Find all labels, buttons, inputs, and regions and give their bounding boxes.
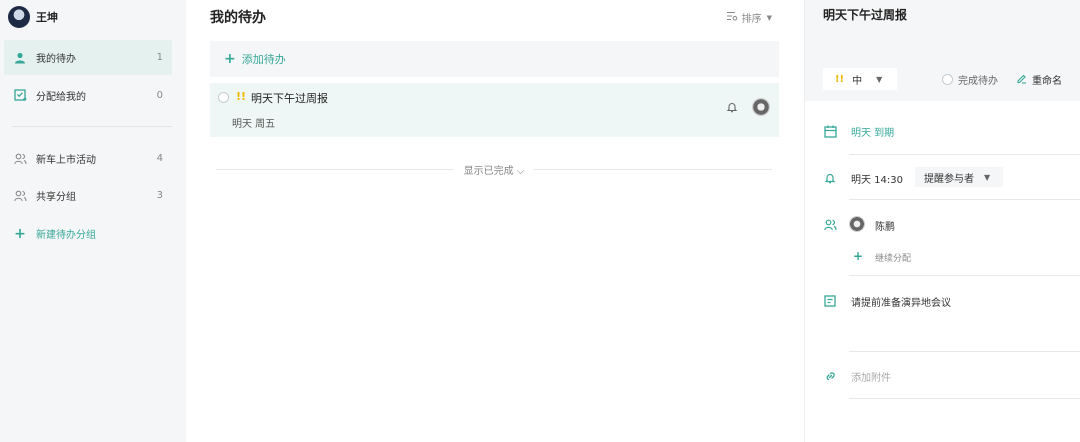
new-group-button[interactable]: + 新建待办分组 (4, 216, 172, 251)
note-text[interactable]: 请提前准备演异地会议 (851, 294, 951, 309)
sidebar-item-count: 4 (156, 153, 163, 164)
priority-icon: !! (835, 73, 845, 85)
add-attachment-button[interactable]: 添加附件 (851, 369, 891, 384)
chevron-down-icon: ▼ (984, 172, 991, 182)
sidebar: 王坤 我的待办 1 分配给我的 0 新车上市活动 4 共享分组 3 + 新建待办… (0, 0, 186, 442)
todo-title: 明天下午过周报 (251, 92, 328, 105)
divider-line (849, 275, 1080, 276)
sidebar-item-label: 分配给我的 (36, 92, 86, 103)
priority-icon: !! (236, 90, 247, 103)
assignee-avatar (849, 216, 865, 232)
reminder-time[interactable]: 明天 14:30 (851, 171, 903, 186)
assignee-avatar[interactable] (752, 98, 770, 116)
sidebar-item-my-todos[interactable]: 我的待办 1 (4, 40, 172, 75)
detail-header: 明天下午过周报 !! 中 ▼ 完成待办 重命名 (805, 0, 1080, 101)
sidebar-item-shared-group[interactable]: 共享分组 3 (4, 178, 172, 213)
user-profile[interactable]: 王坤 (8, 5, 58, 29)
priority-value: 中 (852, 75, 863, 87)
sidebar-item-count: 1 (156, 52, 163, 63)
edit-icon (1016, 73, 1027, 87)
user-name: 王坤 (36, 11, 58, 24)
detail-title[interactable]: 明天下午过周报 (823, 6, 907, 23)
chevron-down-icon: ⌵ (516, 165, 525, 177)
sidebar-item-label: 我的待办 (36, 54, 76, 65)
sidebar-item-assigned-to-me[interactable]: 分配给我的 0 (4, 78, 172, 113)
todo-detail-panel: 明天下午过周报 !! 中 ▼ 完成待办 重命名 明天 到期 明天 14:30 提… (804, 0, 1080, 442)
sidebar-divider (12, 126, 172, 127)
remind-select-label: 提醒参与者 (924, 173, 974, 185)
remind-participants-select[interactable]: 提醒参与者 ▼ (915, 167, 1003, 187)
sidebar-item-label: 共享分组 (36, 192, 76, 203)
plus-icon: + (853, 249, 864, 263)
todo-item[interactable]: !! 明天下午过周报 明天 周五 (210, 83, 779, 137)
plus-icon: + (224, 51, 236, 67)
assignee-name[interactable]: 陈鹏 (875, 218, 895, 233)
complete-checkbox[interactable] (218, 92, 229, 103)
plus-icon: + (14, 225, 26, 242)
new-group-label: 新建待办分组 (36, 230, 96, 241)
divider-line (534, 168, 772, 170)
bell-icon (823, 171, 837, 185)
bell-icon[interactable] (726, 101, 738, 116)
divider-line (849, 398, 1080, 399)
group-icon (823, 218, 837, 232)
calendar-icon (823, 124, 837, 138)
sidebar-item-new-car-event[interactable]: 新车上市活动 4 (4, 141, 172, 176)
divider-line (216, 168, 454, 170)
chevron-down-icon: ▼ (876, 74, 883, 84)
page-title: 我的待办 (210, 10, 266, 26)
add-todo-button[interactable]: + 添加待办 (210, 41, 779, 77)
todo-list-panel: 我的待办 排序 ▼ + 添加待办 !! 明天下午过周报 明天 周五 显示已完成 … (186, 0, 804, 442)
sort-label: 排序 (741, 14, 762, 25)
divider-line (849, 351, 1080, 352)
user-avatar (8, 6, 30, 28)
group-icon (13, 189, 27, 203)
sort-button[interactable]: 排序 ▼ (726, 10, 772, 25)
sidebar-item-count: 0 (156, 90, 163, 101)
sort-icon (726, 11, 738, 24)
complete-checkbox (942, 74, 953, 85)
rename-button[interactable]: 重命名 (1016, 72, 1062, 87)
continue-assign-button[interactable]: 继续分配 (875, 251, 911, 264)
divider-line (849, 199, 1080, 200)
priority-select[interactable]: !! 中 ▼ (823, 68, 897, 90)
complete-todo-button[interactable]: 完成待办 (942, 72, 998, 87)
sidebar-item-count: 3 (156, 190, 163, 201)
group-icon (13, 152, 27, 166)
todo-due: 明天 周五 (232, 119, 276, 130)
divider-line (849, 154, 1080, 155)
person-icon (13, 51, 27, 65)
assign-task-icon (13, 89, 27, 103)
due-date[interactable]: 明天 到期 (851, 124, 894, 139)
show-completed-label: 显示已完成 ⌵ (463, 165, 525, 177)
complete-label: 完成待办 (958, 76, 998, 87)
show-completed-toggle[interactable]: 显示已完成 ⌵ (216, 162, 772, 177)
add-todo-label: 添加待办 (241, 53, 286, 66)
chevron-down-icon: ▼ (766, 13, 772, 22)
sidebar-item-label: 新车上市活动 (36, 155, 96, 166)
link-icon (823, 369, 837, 383)
note-icon (823, 294, 837, 308)
rename-label: 重命名 (1032, 76, 1062, 87)
